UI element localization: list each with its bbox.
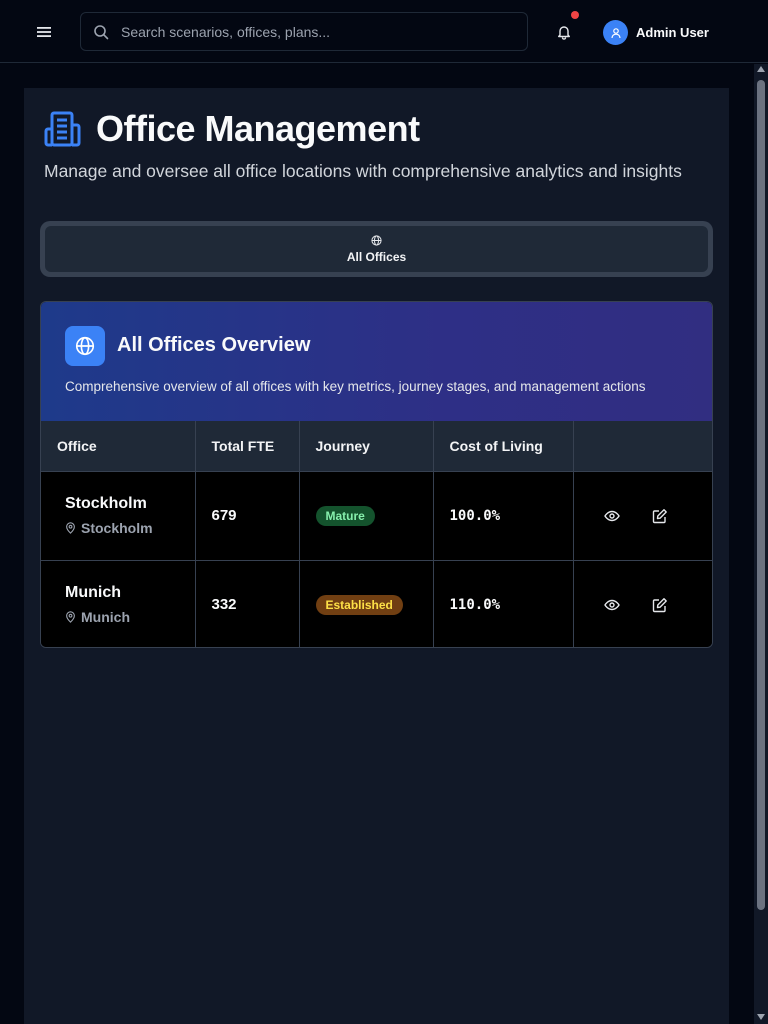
avatar [603, 20, 628, 45]
journey-cell: Mature [299, 471, 434, 561]
actions-cell [573, 471, 712, 561]
bell-icon [558, 26, 570, 40]
actions-cell [573, 560, 712, 647]
office-cell: Munich Munich [41, 560, 196, 647]
menu-button[interactable] [30, 20, 58, 44]
total-fte-value: 679 [211, 506, 237, 524]
office-name: Stockholm [65, 495, 147, 512]
user-menu[interactable]: Admin User [603, 20, 709, 45]
tab-bar: All Offices [40, 221, 713, 277]
journey-badge: Established [315, 594, 403, 615]
overview-header: All Offices Overview Comprehensive overv… [41, 302, 712, 421]
scroll-down-arrow[interactable] [757, 1014, 765, 1020]
office-location: Stockholm [65, 520, 195, 536]
offices-table: Office Total FTE Journey Cost of Living … [41, 421, 712, 647]
fte-cell: 679 [195, 471, 300, 561]
edit-button[interactable] [648, 593, 672, 617]
search-box [80, 12, 528, 51]
table-row[interactable]: Munich Munich 332 Established 110.0% [41, 560, 712, 647]
journey-badge: Mature [315, 505, 375, 526]
column-header-actions [573, 421, 712, 472]
total-fte-value: 332 [211, 595, 237, 613]
eye-icon [603, 510, 620, 521]
office-name: Munich [65, 584, 121, 602]
overview-description: Comprehensive overview of all offices wi… [65, 379, 646, 394]
scroll-up-arrow[interactable] [757, 66, 765, 72]
office-cell: Stockholm Stockholm [41, 471, 196, 561]
overview-icon-box [65, 326, 105, 366]
main-content: Office Management Manage and oversee all… [24, 88, 729, 1024]
map-pin-icon [66, 611, 75, 624]
column-header-office: Office [41, 421, 196, 472]
view-button[interactable] [600, 504, 624, 528]
fte-cell: 332 [195, 560, 300, 647]
location-label: Munich [81, 609, 130, 626]
scrollbar-thumb[interactable] [757, 80, 765, 910]
page-header: Office Management [44, 108, 420, 150]
globe-icon [75, 336, 95, 356]
edit-button[interactable] [648, 504, 672, 528]
page-title: Office Management [96, 108, 420, 149]
user-name: Admin User [636, 25, 709, 40]
cost-of-living-value: 100.0% [449, 507, 501, 524]
notifications-button[interactable] [552, 11, 579, 44]
edit-icon [652, 508, 667, 523]
office-location: Munich [65, 609, 195, 625]
table-row[interactable]: Stockholm Stockholm 679 Mature 100.0% [41, 471, 712, 561]
globe-icon [371, 234, 382, 246]
tab-all-offices[interactable]: All Offices [45, 226, 708, 272]
building-icon [44, 111, 81, 147]
column-header-cost-of-living: Cost of Living [433, 421, 574, 472]
view-button[interactable] [600, 593, 624, 617]
user-icon [610, 27, 621, 38]
hamburger-icon [37, 27, 51, 37]
search-icon [81, 24, 121, 40]
search-input[interactable] [121, 23, 501, 40]
cost-cell: 100.0% [433, 471, 574, 561]
column-header-total-fte: Total FTE [195, 421, 300, 472]
table-header-row: Office Total FTE Journey Cost of Living [41, 421, 712, 472]
tab-label: All Offices [346, 249, 407, 264]
edit-icon [652, 597, 667, 612]
notification-dot [571, 11, 579, 19]
journey-cell: Established [299, 560, 434, 647]
overview-title: All Offices Overview [117, 334, 311, 356]
top-bar: Admin User [0, 0, 768, 63]
cost-of-living-value: 110.0% [449, 596, 501, 613]
eye-icon [603, 599, 620, 610]
cost-cell: 110.0% [433, 560, 574, 647]
map-pin-icon [66, 522, 75, 534]
location-label: Stockholm [81, 520, 153, 536]
column-header-journey: Journey [299, 421, 434, 472]
offices-overview-card: All Offices Overview Comprehensive overv… [40, 301, 713, 648]
page-subtitle: Manage and oversee all office locations … [44, 161, 682, 181]
